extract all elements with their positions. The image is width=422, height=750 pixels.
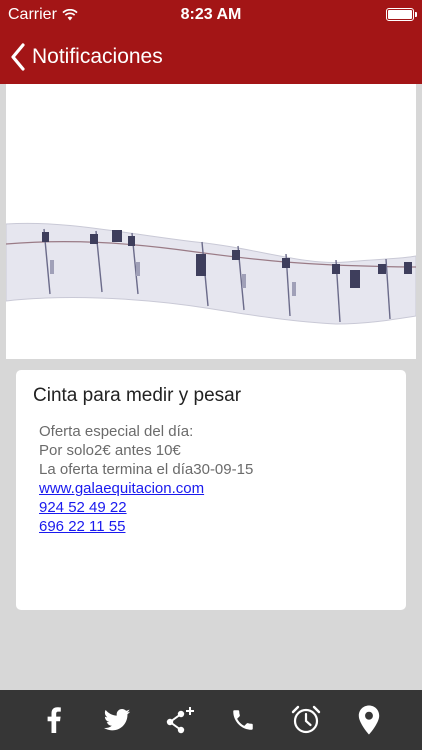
call-button[interactable]	[225, 702, 261, 738]
notification-image	[6, 84, 416, 359]
battery-icon	[386, 8, 417, 21]
offer-line: Oferta especial del día:	[39, 423, 194, 440]
website-link[interactable]: www.galaequitacion.com	[39, 479, 253, 498]
offer-end-line: La oferta termina el día30-09-15	[39, 461, 254, 478]
phone-link-2[interactable]: 696 22 11 55	[39, 517, 253, 536]
facebook-icon	[47, 707, 61, 733]
share-button[interactable]	[162, 702, 198, 738]
phone-icon	[232, 710, 253, 730]
bottom-tab-bar	[0, 690, 422, 750]
status-bar: Carrier 8:23 AM	[0, 0, 422, 30]
alarm-clock-icon	[291, 705, 320, 734]
location-pin-icon	[358, 705, 379, 735]
twitter-button[interactable]	[99, 702, 135, 738]
twitter-icon	[103, 709, 130, 731]
share-icon	[166, 707, 194, 734]
page-title: Notificaciones	[32, 45, 163, 68]
chevron-left-icon	[11, 43, 25, 71]
notification-body: Oferta especial del día: Por solo2€ ante…	[39, 422, 253, 536]
notification-heading: Cinta para medir y pesar	[33, 385, 242, 406]
location-button[interactable]	[351, 702, 387, 738]
notification-card: Cinta para medir y pesar Oferta especial…	[16, 370, 406, 610]
status-time: 8:23 AM	[180, 6, 242, 23]
alarm-button[interactable]	[288, 702, 324, 738]
facebook-button[interactable]	[36, 702, 72, 738]
back-button[interactable]: Notificaciones	[0, 30, 163, 84]
navigation-bar: Notificaciones	[0, 30, 422, 84]
phone-link-1[interactable]: 924 52 49 22	[39, 498, 253, 517]
price-line: Por solo2€ antes 10€	[39, 442, 181, 459]
measuring-tape-image	[6, 222, 416, 325]
